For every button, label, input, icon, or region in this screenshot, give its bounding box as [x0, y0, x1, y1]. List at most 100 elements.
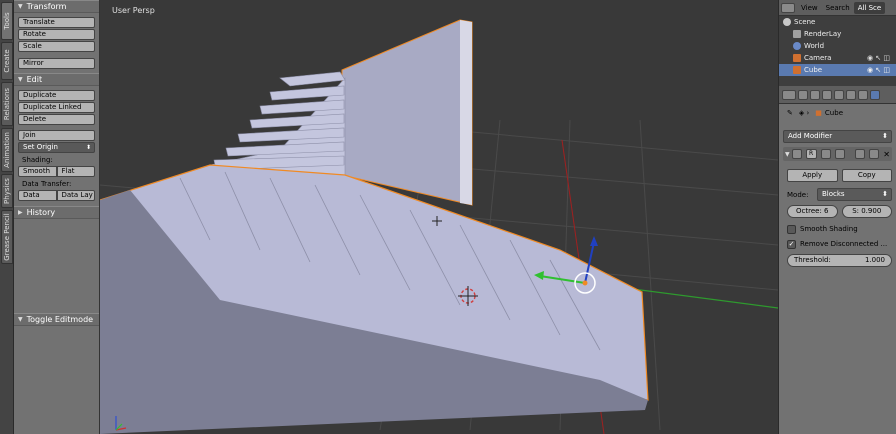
remove-disconnected-label: Remove Disconnected ...	[800, 240, 888, 248]
render-toggle-icon[interactable]	[820, 149, 831, 159]
modifier-actions: Apply Copy	[787, 169, 892, 182]
join-button[interactable]: Join	[18, 130, 95, 141]
expand-triangle-icon: ▶	[18, 209, 23, 216]
mirror-button[interactable]: Mirror	[18, 58, 95, 69]
pin-icon[interactable]: ✎	[787, 109, 793, 117]
toggle-editmode-title: Toggle Editmode	[26, 315, 94, 324]
outliner-item-cube[interactable]: Cube ◉ ↖ ◫	[779, 64, 896, 76]
tab-animation[interactable]: Animation	[1, 128, 13, 172]
object-context-icon: ◈ ›	[798, 109, 810, 117]
data-lay-button[interactable]: Data Lay	[56, 190, 95, 201]
move-down-icon[interactable]	[869, 149, 880, 159]
cube-mesh-icon: ■	[815, 109, 822, 117]
mesh-icon	[793, 66, 801, 74]
outliner-header: View Search All Sce	[779, 0, 896, 16]
scene-tab-icon[interactable]	[822, 89, 832, 100]
move-up-icon[interactable]	[855, 149, 866, 159]
apply-button[interactable]: Apply	[787, 169, 838, 182]
smooth-shading-row: Smooth Shading	[787, 223, 892, 235]
modifier-header: ▼ R ✕	[783, 147, 892, 161]
set-origin-dropdown[interactable]: Set Origin ⬍	[18, 142, 95, 153]
scale-field[interactable]: S: 0.900	[841, 205, 892, 218]
tab-physics[interactable]: Physics	[1, 174, 13, 208]
collapse-triangle-icon[interactable]: ▼	[785, 151, 790, 158]
view-menu[interactable]: View	[797, 4, 822, 12]
display-mode-dropdown[interactable]: All Sce	[853, 1, 886, 14]
dropdown-arrows-icon: ⬍	[85, 144, 91, 151]
edit-title: Edit	[26, 75, 43, 84]
scene-icon	[783, 18, 791, 26]
upper-stairs	[209, 71, 346, 176]
scale-button[interactable]: Scale	[18, 41, 95, 52]
back-wall-side	[460, 20, 472, 205]
octree-depth-field[interactable]: Octree: 6	[787, 205, 838, 218]
remove-disconnected-checkbox[interactable]: ✓	[787, 239, 796, 249]
editmode-toggle-icon[interactable]	[834, 149, 845, 159]
remove-disconnected-row: ✓ Remove Disconnected ...	[787, 238, 892, 250]
data-transfer-label: Data Transfer:	[22, 180, 72, 188]
tool-shelf: ▼ Transform Translate Rotate Scale Mirro…	[14, 0, 100, 434]
shading-label: Shading:	[22, 156, 53, 164]
renderlayer-icon	[793, 30, 801, 38]
add-modifier-dropdown[interactable]: Add Modifier ⬍	[783, 130, 892, 143]
modifier-wrench-icon[interactable]	[870, 89, 880, 100]
object-tab-icon[interactable]	[846, 89, 856, 100]
outliner: View Search All Sce Scene RenderLay Worl…	[778, 0, 896, 86]
mode-row: Mode: Blocks ⬍	[787, 188, 892, 201]
edit-panel-header[interactable]: ▼ Edit	[14, 73, 99, 86]
smooth-shading-label: Smooth Shading	[800, 225, 858, 233]
duplicate-linked-button[interactable]: Duplicate Linked	[18, 102, 95, 113]
visibility-icons[interactable]: ◉ ↖ ◫	[867, 54, 890, 62]
tab-tools[interactable]: Tools	[1, 2, 13, 40]
camera-icon	[793, 54, 801, 62]
tab-grease-pencil[interactable]: Grease Pencil	[1, 210, 13, 264]
world-icon	[793, 42, 801, 50]
constraints-tab-icon[interactable]	[858, 89, 868, 100]
properties-editor: ✎ ◈ › ■ Cube Add Modifier ⬍ ▼ R ✕ Apply …	[778, 86, 896, 434]
rotate-button[interactable]: Rotate	[18, 29, 95, 40]
smooth-shading-checkbox[interactable]	[787, 224, 796, 234]
dropdown-arrows-icon: ⬍	[882, 190, 888, 198]
close-icon[interactable]: ✕	[883, 150, 890, 159]
dropdown-arrows-icon: ⬍	[882, 132, 888, 140]
search-menu[interactable]: Search	[822, 4, 854, 12]
mode-dropdown[interactable]: Blocks ⬍	[817, 188, 892, 201]
data-button[interactable]: Data	[18, 190, 57, 201]
history-panel-header[interactable]: ▶ History	[14, 206, 99, 219]
flat-button[interactable]: Flat	[56, 166, 95, 177]
outliner-item-scene[interactable]: Scene	[779, 16, 896, 28]
collapse-triangle-icon: ▼	[18, 3, 23, 10]
realtime-toggle-icon[interactable]: R	[805, 149, 817, 159]
outliner-item-world[interactable]: World	[779, 40, 896, 52]
collapse-triangle-icon: ▼	[18, 316, 23, 323]
world-tab-icon[interactable]	[834, 89, 844, 100]
back-wall	[341, 19, 473, 206]
outliner-item-renderlayers[interactable]: RenderLay	[779, 28, 896, 40]
visibility-icons[interactable]: ◉ ↖ ◫	[867, 66, 890, 74]
threshold-field[interactable]: Threshold: 1.000	[787, 254, 892, 267]
collapse-triangle-icon: ▼	[18, 76, 23, 83]
duplicate-button[interactable]: Duplicate	[18, 90, 95, 101]
3d-viewport[interactable]: User Persp	[100, 0, 778, 434]
outliner-item-camera[interactable]: Camera ◉ ↖ ◫	[779, 52, 896, 64]
octree-scale-row: Octree: 6 S: 0.900	[787, 205, 892, 218]
remesh-modifier-icon	[791, 149, 802, 159]
toggle-editmode-header[interactable]: ▼ Toggle Editmode	[14, 313, 99, 326]
tab-create[interactable]: Create	[1, 42, 13, 80]
render-tab-icon[interactable]	[798, 89, 808, 100]
history-title: History	[26, 208, 56, 217]
mode-label: Mode:	[787, 190, 809, 199]
tool-tabs: Tools Create Relations Animation Physics…	[0, 0, 14, 434]
delete-button[interactable]: Delete	[18, 114, 95, 125]
properties-tabs	[779, 86, 896, 104]
smooth-button[interactable]: Smooth	[18, 166, 57, 177]
copy-button[interactable]: Copy	[841, 169, 892, 182]
transform-panel-header[interactable]: ▼ Transform	[14, 0, 99, 13]
render-layers-tab-icon[interactable]	[810, 89, 820, 100]
editor-type-icon[interactable]	[781, 2, 795, 13]
translate-button[interactable]: Translate	[18, 17, 95, 28]
viewport-scene	[100, 19, 778, 434]
editor-type-icon[interactable]	[782, 89, 796, 100]
tab-relations[interactable]: Relations	[1, 82, 13, 126]
context-path: ✎ ◈ › ■ Cube	[779, 104, 896, 122]
